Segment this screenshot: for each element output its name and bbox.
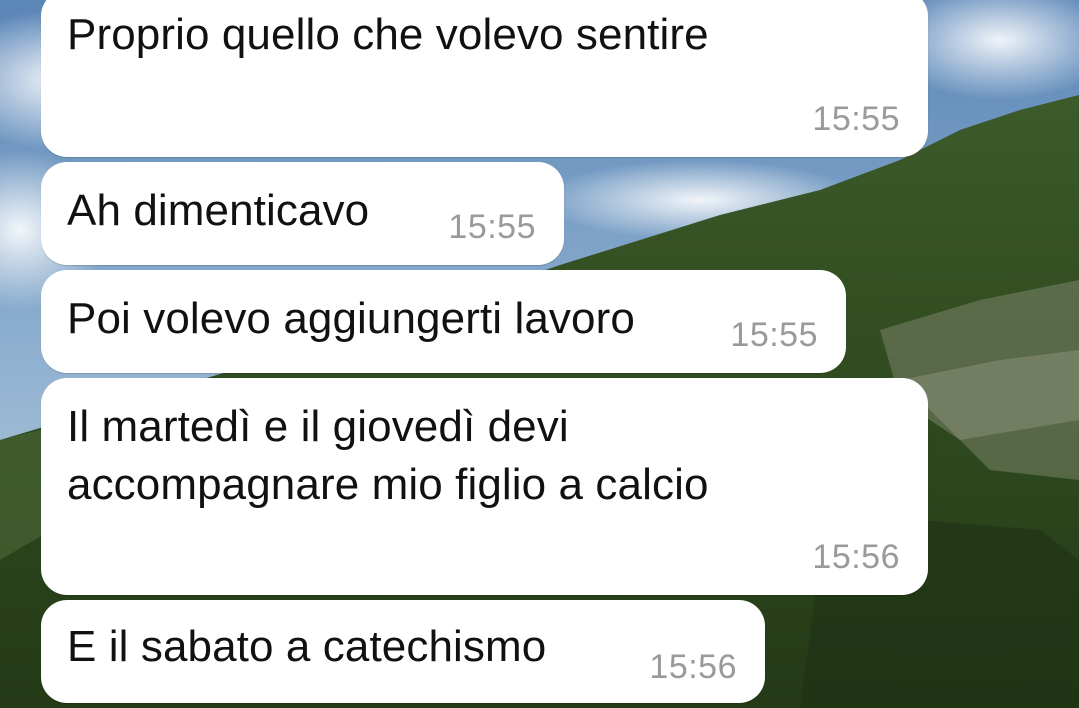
chat-message-list[interactable]: Proprio quello che volevo sentire 15:55 … <box>0 0 1079 708</box>
message-bubble[interactable]: E il sabato a catechismo 15:56 <box>41 600 765 703</box>
message-text: Poi volevo aggiungerti lavoro <box>67 294 635 343</box>
message-text: Proprio quello che volevo sentire <box>67 10 709 59</box>
message-timestamp: 15:55 <box>730 316 818 354</box>
message-text: Ah dimenticavo <box>67 186 370 235</box>
message-timestamp: 15:55 <box>812 100 900 138</box>
message-bubble[interactable]: Poi volevo aggiungerti lavoro 15:55 <box>41 270 846 373</box>
message-bubble[interactable]: Ah dimenticavo 15:55 <box>41 162 564 265</box>
message-text: Il martedì e il giovedì devi accompagnar… <box>67 402 709 509</box>
message-timestamp: 15:56 <box>812 538 900 576</box>
message-timestamp: 15:56 <box>649 648 737 686</box>
message-text: E il sabato a catechismo <box>67 622 547 671</box>
message-bubble[interactable]: Il martedì e il giovedì devi accompagnar… <box>41 378 928 595</box>
message-bubble[interactable]: Proprio quello che volevo sentire 15:55 <box>41 0 928 157</box>
message-timestamp: 15:55 <box>448 208 536 246</box>
